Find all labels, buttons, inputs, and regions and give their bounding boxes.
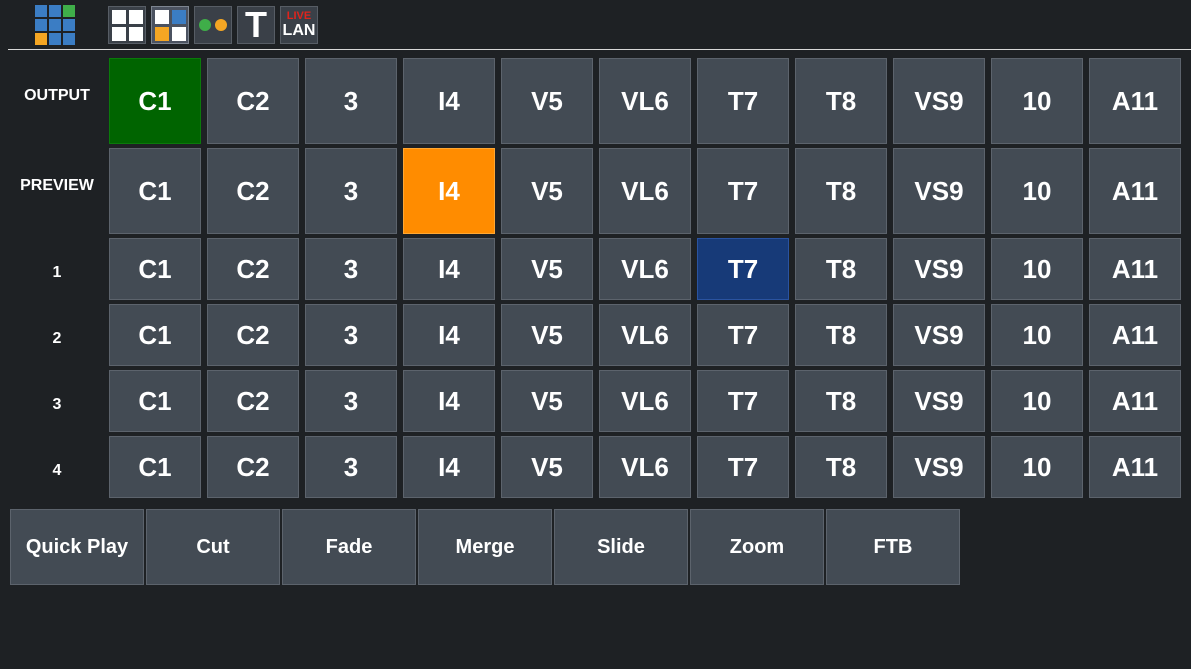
source-tile-4-c2[interactable]: C2 xyxy=(207,436,299,498)
source-tile-3-c2[interactable]: C2 xyxy=(207,370,299,432)
source-tile-preview-3[interactable]: 3 xyxy=(305,148,397,234)
bus-label-output: OUTPUT xyxy=(24,87,90,104)
source-tile-4-v5[interactable]: V5 xyxy=(501,436,593,498)
grid-view-button[interactable] xyxy=(108,6,146,44)
source-tile-output-a11[interactable]: A11 xyxy=(1089,58,1181,144)
source-tile-output-c1[interactable]: C1 xyxy=(109,58,201,144)
source-tile-output-t8[interactable]: T8 xyxy=(795,58,887,144)
source-tile-1-10[interactable]: 10 xyxy=(991,238,1083,300)
source-tile-3-t7[interactable]: T7 xyxy=(697,370,789,432)
multiview-layout-button[interactable] xyxy=(151,6,189,44)
source-tile-1-c2[interactable]: C2 xyxy=(207,238,299,300)
top-toolbar: T LIVE LAN xyxy=(0,0,1191,50)
transition-button-quick-play[interactable]: Quick Play xyxy=(10,509,144,585)
grid-view-icon xyxy=(111,9,143,41)
source-tile-2-vs9[interactable]: VS9 xyxy=(893,304,985,366)
source-tile-output-v5[interactable]: V5 xyxy=(501,58,593,144)
source-tile-preview-a11[interactable]: A11 xyxy=(1089,148,1181,234)
live-label: LIVE xyxy=(286,10,312,22)
source-tile-preview-t8[interactable]: T8 xyxy=(795,148,887,234)
source-tile-1-t8[interactable]: T8 xyxy=(795,238,887,300)
live-lan-button[interactable]: LIVE LAN xyxy=(280,6,318,44)
transition-button-fade[interactable]: Fade xyxy=(282,509,416,585)
source-tile-4-vl6[interactable]: VL6 xyxy=(599,436,691,498)
source-tile-output-c2[interactable]: C2 xyxy=(207,58,299,144)
source-tile-preview-c1[interactable]: C1 xyxy=(109,148,201,234)
transition-button-merge[interactable]: Merge xyxy=(418,509,552,585)
text-title-button[interactable]: T xyxy=(237,6,275,44)
source-tile-output-vs9[interactable]: VS9 xyxy=(893,58,985,144)
source-tile-output-t7[interactable]: T7 xyxy=(697,58,789,144)
source-tile-4-t7[interactable]: T7 xyxy=(697,436,789,498)
source-tile-2-i4[interactable]: I4 xyxy=(403,304,495,366)
source-tile-4-c1[interactable]: C1 xyxy=(109,436,201,498)
source-tile-1-i4[interactable]: I4 xyxy=(403,238,495,300)
source-tile-1-a11[interactable]: A11 xyxy=(1089,238,1181,300)
source-tile-4-vs9[interactable]: VS9 xyxy=(893,436,985,498)
source-tile-2-t8[interactable]: T8 xyxy=(795,304,887,366)
live-lan-icon: LIVE LAN xyxy=(283,11,316,39)
app-logo-grid-icon xyxy=(35,5,75,45)
source-tile-output-vl6[interactable]: VL6 xyxy=(599,58,691,144)
source-tile-3-c1[interactable]: C1 xyxy=(109,370,201,432)
transition-button-ftb[interactable]: FTB xyxy=(826,509,960,585)
source-tile-output-10[interactable]: 10 xyxy=(991,58,1083,144)
source-tile-4-3[interactable]: 3 xyxy=(305,436,397,498)
source-tile-4-i4[interactable]: I4 xyxy=(403,436,495,498)
status-dots-button[interactable] xyxy=(194,6,232,44)
source-tile-output-3[interactable]: 3 xyxy=(305,58,397,144)
bus-label-1: 1 xyxy=(52,264,62,281)
source-tile-1-vs9[interactable]: VS9 xyxy=(893,238,985,300)
source-tile-2-10[interactable]: 10 xyxy=(991,304,1083,366)
source-tile-3-v5[interactable]: V5 xyxy=(501,370,593,432)
transition-button-cut[interactable]: Cut xyxy=(146,509,280,585)
source-tile-2-vl6[interactable]: VL6 xyxy=(599,304,691,366)
source-tile-1-3[interactable]: 3 xyxy=(305,238,397,300)
source-tile-3-vs9[interactable]: VS9 xyxy=(893,370,985,432)
source-tile-preview-10[interactable]: 10 xyxy=(991,148,1083,234)
source-tile-3-t8[interactable]: T8 xyxy=(795,370,887,432)
lan-label: LAN xyxy=(282,22,316,39)
source-tile-preview-i4[interactable]: I4 xyxy=(403,148,495,234)
transition-button-zoom[interactable]: Zoom xyxy=(690,509,824,585)
source-tile-1-t7[interactable]: T7 xyxy=(697,238,789,300)
switcher-app: T LIVE LAN OUTPUT C1 C2 3 I4 V5 VL6 T7 T8 VS9 10 A1… xyxy=(0,0,1191,669)
source-tile-3-3[interactable]: 3 xyxy=(305,370,397,432)
source-tile-preview-c2[interactable]: C2 xyxy=(207,148,299,234)
multiview-layout-icon xyxy=(154,9,186,41)
source-tile-3-i4[interactable]: I4 xyxy=(403,370,495,432)
source-tile-1-v5[interactable]: V5 xyxy=(501,238,593,300)
bus-label-4: 4 xyxy=(52,462,62,479)
source-tile-preview-v5[interactable]: V5 xyxy=(501,148,593,234)
source-tile-preview-vl6[interactable]: VL6 xyxy=(599,148,691,234)
source-tile-3-10[interactable]: 10 xyxy=(991,370,1083,432)
source-tile-2-c2[interactable]: C2 xyxy=(207,304,299,366)
source-tile-2-t7[interactable]: T7 xyxy=(697,304,789,366)
status-dots-icon xyxy=(199,19,227,31)
bus-label-2: 2 xyxy=(52,330,62,347)
transition-button-slide[interactable]: Slide xyxy=(554,509,688,585)
source-tile-output-i4[interactable]: I4 xyxy=(403,58,495,144)
bus-label-preview: PREVIEW xyxy=(20,177,94,194)
source-tile-2-a11[interactable]: A11 xyxy=(1089,304,1181,366)
source-tile-2-3[interactable]: 3 xyxy=(305,304,397,366)
source-tile-2-c1[interactable]: C1 xyxy=(109,304,201,366)
source-tile-2-v5[interactable]: V5 xyxy=(501,304,593,366)
source-tile-3-a11[interactable]: A11 xyxy=(1089,370,1181,432)
source-tile-1-vl6[interactable]: VL6 xyxy=(599,238,691,300)
bus-label-3: 3 xyxy=(52,396,62,413)
source-tile-4-a11[interactable]: A11 xyxy=(1089,436,1181,498)
source-tile-3-vl6[interactable]: VL6 xyxy=(599,370,691,432)
source-tile-preview-vs9[interactable]: VS9 xyxy=(893,148,985,234)
source-tile-1-c1[interactable]: C1 xyxy=(109,238,201,300)
source-tile-4-10[interactable]: 10 xyxy=(991,436,1083,498)
source-tile-4-t8[interactable]: T8 xyxy=(795,436,887,498)
toolbar-divider xyxy=(8,49,1191,50)
source-tile-preview-t7[interactable]: T7 xyxy=(697,148,789,234)
text-title-icon: T xyxy=(245,4,267,45)
